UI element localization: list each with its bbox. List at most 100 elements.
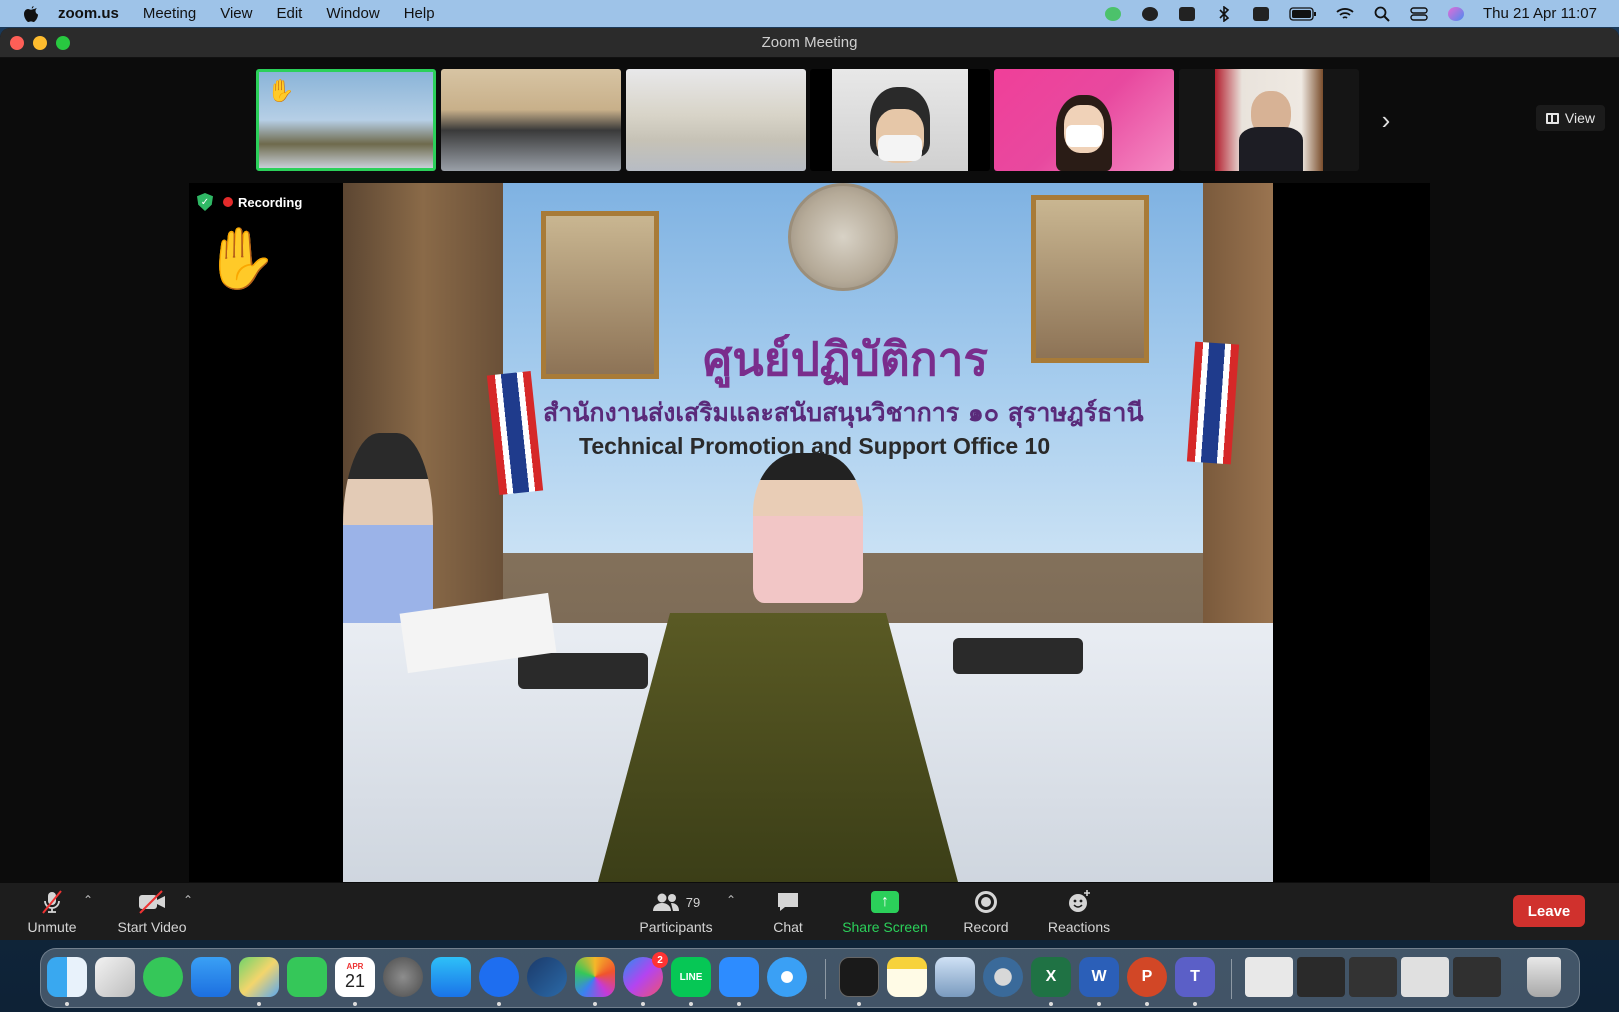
share-screen-button[interactable]: ↑ Share Screen: [842, 883, 928, 940]
minimized-window-5[interactable]: [1453, 957, 1501, 997]
recording-text: Recording: [238, 194, 303, 210]
quicktime-icon[interactable]: [983, 957, 1023, 997]
zoom-running-dot: [737, 1002, 741, 1006]
participants-options-chevron-icon[interactable]: ⌃: [726, 893, 736, 907]
unmute-button[interactable]: Unmute: [24, 883, 80, 940]
menu-view[interactable]: View: [220, 5, 252, 22]
filmstrip-next-arrow-icon[interactable]: ›: [1374, 105, 1398, 135]
powerpoint-icon[interactable]: P: [1127, 957, 1167, 997]
activity-monitor-icon[interactable]: [839, 957, 879, 997]
reactions-label: Reactions: [1047, 919, 1111, 935]
chat-label: Chat: [773, 919, 803, 935]
security-shield-icon[interactable]: ✓: [197, 193, 213, 211]
excel-label: X: [1045, 968, 1057, 985]
siri-icon[interactable]: [1446, 6, 1466, 22]
title-bar: Zoom Meeting: [0, 28, 1619, 58]
fullscreen-window-button[interactable]: [56, 36, 70, 50]
record-button[interactable]: Record: [961, 883, 1011, 940]
calendar-running-dot: [353, 1002, 357, 1006]
menu-meeting[interactable]: Meeting: [143, 5, 196, 22]
grammarly-icon[interactable]: [1140, 6, 1160, 22]
participant-thumbnail-1[interactable]: ✋: [256, 69, 436, 171]
royal-portrait-right: [1031, 195, 1149, 363]
muted-microphone-icon: [39, 889, 65, 915]
participant-thumbnail-3[interactable]: [626, 69, 806, 171]
minimized-window-2[interactable]: [1297, 957, 1345, 997]
app-status-icon[interactable]: [1251, 6, 1271, 22]
minimized-window-3[interactable]: [1349, 957, 1397, 997]
audio-options-chevron-icon[interactable]: ⌃: [83, 893, 93, 907]
spotlight-search-icon[interactable]: [1372, 6, 1392, 22]
word-icon[interactable]: W: [1079, 957, 1119, 997]
preview-icon[interactable]: [935, 957, 975, 997]
banner-thai-subtitle: สำนักงานส่งเสริมและสนับสนุนวิชาการ ๑๐ สุ…: [543, 398, 1144, 427]
leave-button[interactable]: Leave: [1513, 895, 1585, 927]
line-status-icon[interactable]: [1103, 6, 1123, 22]
app-store-icon[interactable]: [431, 957, 471, 997]
messenger-icon[interactable]: 2: [623, 952, 668, 997]
start-video-button[interactable]: Start Video: [114, 883, 190, 940]
zoom-app-icon[interactable]: [719, 957, 759, 997]
wifi-icon[interactable]: [1335, 6, 1355, 22]
participant-thumbnail-4[interactable]: [810, 69, 990, 171]
participant-thumbnail-5[interactable]: [994, 69, 1174, 171]
notes-icon[interactable]: [887, 957, 927, 997]
photos-icon[interactable]: [575, 957, 615, 997]
minimized-window-1[interactable]: [1245, 957, 1293, 997]
chat-button[interactable]: Chat: [768, 883, 808, 940]
menu-window[interactable]: Window: [326, 5, 379, 22]
mail-icon[interactable]: [191, 957, 231, 997]
recording-indicator[interactable]: ✓ Recording: [197, 193, 302, 211]
participants-count: 79: [685, 894, 701, 910]
active-speaker-video[interactable]: ศูนย์ปฏิบัติการ สำนักงานส่งเสริมและสนับส…: [343, 183, 1273, 882]
participant-thumbnail-2[interactable]: [441, 69, 621, 171]
control-center-icon[interactable]: [1409, 6, 1429, 22]
zoom-status-icon[interactable]: [1177, 6, 1197, 22]
browser-icon[interactable]: [479, 957, 519, 997]
maps-icon[interactable]: [239, 957, 279, 997]
menubar-clock[interactable]: Thu 21 Apr 11:07: [1483, 5, 1597, 22]
video-off-icon: [136, 889, 168, 915]
dock-separator-2: [1231, 959, 1232, 999]
bluetooth-icon[interactable]: [1214, 5, 1234, 22]
finder-icon[interactable]: [47, 957, 87, 997]
recording-dot-icon: [223, 197, 233, 207]
browser-running-dot: [497, 1002, 501, 1006]
excel-icon[interactable]: X: [1031, 957, 1071, 997]
menu-app-name[interactable]: zoom.us: [58, 5, 119, 22]
close-window-button[interactable]: [10, 36, 24, 50]
teams-icon[interactable]: T: [1175, 957, 1215, 997]
share-screen-label: Share Screen: [842, 919, 928, 935]
calendar-month: APR: [346, 962, 364, 971]
participants-button[interactable]: 79 Participants: [636, 883, 716, 940]
participant-center: [753, 453, 863, 603]
menu-edit[interactable]: Edit: [276, 5, 302, 22]
system-preferences-icon[interactable]: [383, 957, 423, 997]
line-app-icon[interactable]: LINE: [671, 957, 711, 997]
steam-icon[interactable]: [527, 957, 567, 997]
reactions-button[interactable]: Reactions: [1047, 883, 1111, 940]
minimized-window-4[interactable]: [1401, 957, 1449, 997]
video-options-chevron-icon[interactable]: ⌃: [183, 893, 193, 907]
apple-menu-icon[interactable]: [22, 5, 40, 23]
launchpad-icon[interactable]: [95, 957, 135, 997]
banner-thai-title: ศูนย์ปฏิบัติการ: [703, 332, 989, 386]
minimize-window-button[interactable]: [33, 36, 47, 50]
activity-monitor-running-dot: [857, 1002, 861, 1006]
record-label: Record: [963, 919, 1009, 935]
word-label: W: [1091, 968, 1107, 985]
messenger-running-dot: [641, 1002, 645, 1006]
safari-icon[interactable]: [767, 957, 807, 997]
view-button[interactable]: View: [1535, 105, 1605, 131]
facetime-icon[interactable]: [287, 957, 327, 997]
participant-thumbnail-6[interactable]: [1179, 69, 1359, 171]
microphone-base-right: [953, 638, 1083, 674]
thai-flag-right: [1186, 341, 1240, 465]
battery-icon[interactable]: [1288, 6, 1318, 22]
menu-help[interactable]: Help: [404, 5, 435, 22]
messages-icon[interactable]: [143, 957, 183, 997]
calendar-icon[interactable]: APR 21: [335, 957, 375, 997]
trash-icon[interactable]: [1527, 957, 1561, 997]
calendar-day: 21: [344, 971, 366, 991]
dock: APR 21 2 LINE X W P T: [40, 948, 1580, 1008]
